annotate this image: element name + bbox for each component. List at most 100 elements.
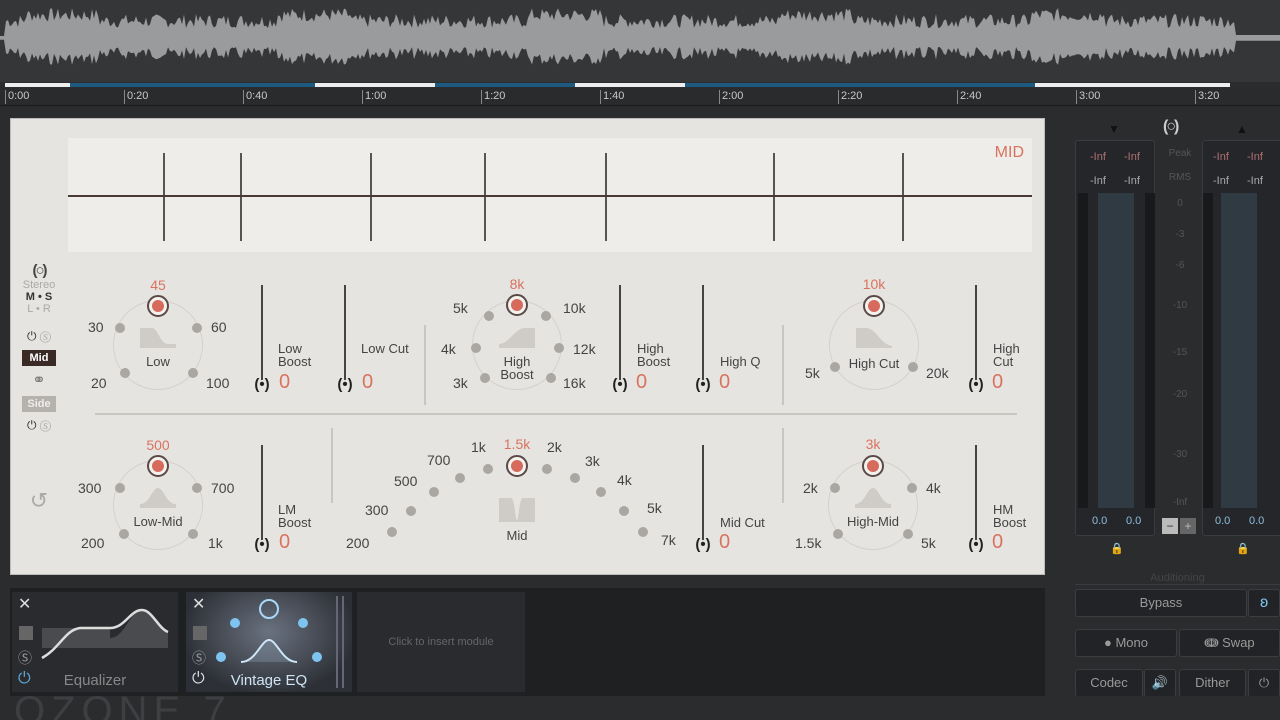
stereo-mode[interactable]: Stereo bbox=[20, 279, 58, 291]
rms-readout: -Inf bbox=[1090, 175, 1106, 187]
peak-readout: -Inf bbox=[1090, 151, 1106, 163]
power-icon[interactable]: ⏻ bbox=[27, 418, 37, 432]
time-tick: 1:00 bbox=[362, 90, 386, 104]
side-power-solo[interactable]: ⏻ Ⓢ bbox=[20, 418, 58, 433]
mid-freq-value: 1.5k bbox=[503, 436, 531, 452]
peak-label: Peak bbox=[1168, 148, 1192, 159]
solo-icon[interactable]: Ⓢ bbox=[18, 648, 32, 668]
input-gain-r[interactable]: 0.0 bbox=[1126, 515, 1141, 527]
output-collapse-icon[interactable]: ▲ bbox=[1236, 122, 1248, 136]
scale-tick: -Inf bbox=[1172, 497, 1188, 508]
dither-power-icon[interactable]: ⏻ bbox=[1248, 669, 1280, 697]
solo-icon[interactable]: Ⓢ bbox=[40, 418, 51, 432]
time-tick: 0:40 bbox=[243, 90, 267, 104]
scale-tick: -3 bbox=[1175, 229, 1185, 240]
io-meters: ▼ (○) ▲ -Inf -Inf -Inf -Inf 0.0 0.0 -Inf… bbox=[1060, 108, 1280, 578]
side-channel-button[interactable]: Side bbox=[22, 396, 56, 412]
slider-value: 0 bbox=[636, 371, 648, 393]
low-freq-knob[interactable] bbox=[147, 295, 169, 317]
slider-value: 0 bbox=[362, 371, 374, 393]
codec-button[interactable]: Codec bbox=[1075, 669, 1143, 697]
eq-curve-thumbnail bbox=[41, 608, 169, 660]
power-icon[interactable]: ⏻ bbox=[27, 329, 37, 343]
high-cut-freq-knob[interactable] bbox=[863, 295, 885, 317]
bypass-icon[interactable] bbox=[193, 626, 207, 640]
channel-label: MID bbox=[994, 144, 1024, 161]
input-collapse-icon[interactable]: ▼ bbox=[1108, 122, 1120, 136]
mono-button[interactable]: ● Mono bbox=[1075, 629, 1177, 657]
module-chain: ✕ Ⓢ ⏻ Equalizer ✕ Ⓢ ⏻ Vintage EQ Click t… bbox=[10, 588, 1045, 696]
knob-label: 1k bbox=[471, 439, 486, 455]
knob-label: 3k bbox=[453, 375, 468, 391]
eq-response-curve bbox=[68, 195, 1032, 197]
time-tick: 1:20 bbox=[481, 90, 505, 104]
scale-tick: 0 bbox=[1177, 198, 1183, 209]
high-mid-freq-value: 3k bbox=[865, 436, 881, 452]
rms-readout: -Inf bbox=[1124, 175, 1140, 187]
slider-label: HM Boost bbox=[993, 502, 1027, 530]
scale-tick: -10 bbox=[1172, 300, 1188, 311]
output-gain-r[interactable]: 0.0 bbox=[1249, 515, 1264, 527]
ear-icon[interactable]: ʚ bbox=[1248, 589, 1280, 617]
close-icon[interactable]: ✕ bbox=[18, 594, 31, 614]
output-gain-l[interactable]: 0.0 bbox=[1215, 515, 1230, 527]
band-name: Mid bbox=[506, 528, 528, 543]
time-tick: 2:40 bbox=[957, 90, 981, 104]
solo-icon[interactable]: Ⓢ bbox=[192, 648, 206, 668]
lock-icon[interactable]: 🔒 bbox=[1110, 542, 1124, 555]
swap-button[interactable]: ↈ Swap bbox=[1179, 629, 1280, 657]
bypass-button[interactable]: Bypass bbox=[1075, 589, 1247, 617]
speaker-icon[interactable]: 🔊 bbox=[1144, 669, 1176, 697]
mid-channel-button[interactable]: Mid bbox=[22, 350, 56, 366]
input-meter[interactable]: -Inf -Inf -Inf -Inf 0.0 0.0 bbox=[1075, 140, 1155, 536]
timeline-ruler[interactable]: 0:00 0:20 0:40 1:00 1:20 1:40 2:00 2:20 … bbox=[0, 88, 1280, 106]
time-tick: 2:00 bbox=[719, 90, 743, 104]
input-gain-l[interactable]: 0.0 bbox=[1092, 515, 1107, 527]
rms-readout: -Inf bbox=[1247, 175, 1263, 187]
playback-progress-bar[interactable] bbox=[5, 83, 1230, 87]
band-name: High Cut bbox=[848, 356, 900, 371]
knob-label: 500 bbox=[394, 473, 418, 489]
mid-freq-knob[interactable] bbox=[506, 455, 528, 477]
zoom-out-button[interactable]: − bbox=[1162, 518, 1178, 534]
zoom-in-button[interactable]: + bbox=[1180, 518, 1196, 534]
link-meters-icon[interactable]: (○) bbox=[1163, 118, 1179, 136]
mid-power-solo[interactable]: ⏻ Ⓢ bbox=[20, 329, 58, 344]
dither-button[interactable]: Dither bbox=[1179, 669, 1246, 697]
slider-label: LM Boost bbox=[278, 502, 312, 530]
reset-icon[interactable]: ↺ bbox=[20, 488, 58, 514]
notch-icon bbox=[499, 498, 535, 522]
low-mid-freq-value: 500 bbox=[146, 437, 170, 453]
stereo-link-icon[interactable]: (○) bbox=[20, 262, 58, 279]
bell-icon bbox=[855, 488, 891, 508]
link-icon[interactable]: ⚭ bbox=[20, 370, 58, 390]
high-mid-freq-knob[interactable] bbox=[862, 455, 884, 477]
slider-value: 0 bbox=[992, 531, 1004, 553]
high-cut-freq-value: 10k bbox=[862, 276, 886, 292]
lock-icon[interactable]: 🔒 bbox=[1236, 542, 1250, 555]
waveform-overview[interactable] bbox=[0, 0, 1280, 82]
module-vintage-eq[interactable]: ✕ Ⓢ ⏻ Vintage EQ bbox=[186, 592, 352, 692]
output-meter[interactable]: -Inf -Inf -Inf -Inf 0.0 0.0 bbox=[1202, 140, 1280, 536]
ms-mode[interactable]: M • S bbox=[20, 291, 58, 303]
band-name: Low bbox=[146, 354, 170, 369]
module-equalizer[interactable]: ✕ Ⓢ ⏻ Equalizer bbox=[12, 592, 178, 692]
insert-module-slot[interactable]: Click to insert module bbox=[357, 592, 525, 692]
slider-value: 0 bbox=[719, 531, 731, 553]
lr-mode[interactable]: L • R bbox=[20, 303, 58, 315]
close-icon[interactable]: ✕ bbox=[192, 594, 205, 614]
solo-icon[interactable]: Ⓢ bbox=[40, 329, 51, 343]
eq-curve-display[interactable]: MID bbox=[68, 138, 1032, 252]
knob-label: 5k bbox=[805, 365, 820, 381]
bypass-icon[interactable] bbox=[19, 626, 33, 640]
knob-label: 20k bbox=[926, 365, 949, 381]
high-boost-freq-knob[interactable] bbox=[506, 294, 528, 316]
slider-value: 0 bbox=[992, 371, 1004, 393]
swap-icon: ↈ bbox=[1204, 635, 1223, 650]
low-mid-freq-knob[interactable] bbox=[147, 455, 169, 477]
knob-label: 16k bbox=[563, 375, 586, 391]
swap-label: Swap bbox=[1222, 635, 1255, 650]
time-tick: 3:00 bbox=[1076, 90, 1100, 104]
knob-label: 4k bbox=[617, 472, 632, 488]
knob-label: 10k bbox=[563, 300, 586, 316]
